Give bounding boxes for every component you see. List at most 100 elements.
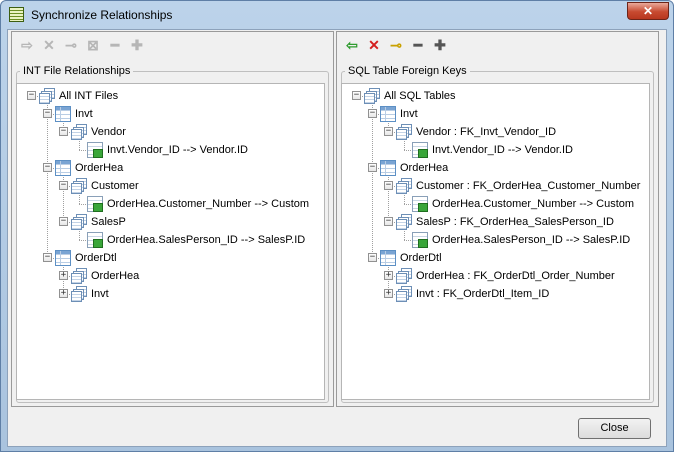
tree-node[interactable]: − OrderHea xyxy=(17,159,324,177)
tree-node-label: Invt.Vendor_ID --> Vendor.ID xyxy=(107,144,248,156)
window-title: Synchronize Relationships xyxy=(31,8,173,22)
tables-stack-icon xyxy=(71,286,87,302)
tree-node[interactable]: − OrderHea xyxy=(342,159,649,177)
key-button[interactable]: ⊸ xyxy=(387,36,405,54)
arrow-left-icon: ⇦ xyxy=(346,37,358,53)
tree-node[interactable]: − Customer xyxy=(17,177,324,195)
arrow-right-button[interactable]: ⇨ xyxy=(18,36,36,54)
table-icon xyxy=(380,106,396,122)
close-button[interactable]: Close xyxy=(578,418,651,439)
tree-node[interactable]: + OrderHea : FK_OrderDtl_Order_Number xyxy=(342,267,649,285)
tree-node-label: OrderHea xyxy=(400,162,449,174)
tree-node[interactable]: − SalesP xyxy=(17,213,324,231)
relationship-field-icon xyxy=(412,142,428,158)
tree-node[interactable]: Invt.Vendor_ID --> Vendor.ID xyxy=(342,141,649,159)
minus-button[interactable]: ━ xyxy=(106,36,124,54)
plus-icon: ✚ xyxy=(131,37,143,53)
tables-stack-icon xyxy=(71,268,87,284)
plus-icon: ✚ xyxy=(434,37,446,53)
sql-foreign-keys-pane: ⇦ ✕ ⊸ ━ ✚ SQL Table Foreign Keys − All SQL Ta… xyxy=(336,31,659,407)
tree-node-label: OrderHea xyxy=(75,162,124,174)
tree-node[interactable]: − Vendor : FK_Invt_Vendor_ID xyxy=(342,123,649,141)
collapse-icon[interactable]: − xyxy=(384,217,393,226)
tree-node[interactable]: + Invt xyxy=(17,285,324,303)
collapse-icon[interactable]: − xyxy=(368,109,377,118)
relationship-field-icon xyxy=(412,196,428,212)
collapse-icon[interactable]: − xyxy=(43,109,52,118)
expand-icon[interactable]: + xyxy=(384,289,393,298)
int-relationships-tree[interactable]: − All INT Files − Invt − Vendor Invt.Vendor_ID… xyxy=(16,83,325,400)
sql-foreign-keys-tree[interactable]: − All SQL Tables − Invt − Vendor : FK_Invt_Ve… xyxy=(341,83,650,400)
tables-stack-icon xyxy=(71,214,87,230)
tree-node-label: Customer xyxy=(91,180,139,192)
tables-stack-icon xyxy=(396,286,412,302)
collapse-icon[interactable]: − xyxy=(59,217,68,226)
tree-node[interactable]: + Invt : FK_OrderDtl_Item_ID xyxy=(342,285,649,303)
collapse-icon[interactable]: − xyxy=(368,163,377,172)
tree-node[interactable]: + OrderHea xyxy=(17,267,324,285)
tree-node-label: OrderDtl xyxy=(75,252,117,264)
tree-node[interactable]: Invt.Vendor_ID --> Vendor.ID xyxy=(17,141,324,159)
delete-x-button[interactable]: ✕ xyxy=(40,36,58,54)
expand-icon[interactable]: + xyxy=(59,289,68,298)
tree-node-label: Invt : FK_OrderDtl_Item_ID xyxy=(416,288,550,300)
table-icon xyxy=(55,106,71,122)
title-bar[interactable]: Synchronize Relationships ✕ xyxy=(1,1,673,29)
collapse-icon[interactable]: − xyxy=(43,163,52,172)
tree-node[interactable]: − Vendor xyxy=(17,123,324,141)
tree-node[interactable]: − OrderDtl xyxy=(342,249,649,267)
collapse-icon[interactable]: − xyxy=(384,181,393,190)
tree-node-label: Invt xyxy=(400,108,418,120)
tree-node-label: OrderHea.Customer_Number --> Custom xyxy=(107,198,310,210)
tree-node[interactable]: OrderHea.SalesPerson_ID --> SalesP.ID xyxy=(342,231,649,249)
plus-button[interactable]: ✚ xyxy=(128,36,146,54)
dialog-client-area: ⇨ ✕ ⊸ ⊠ ━ ✚ INT File Relationships − All INT F… xyxy=(7,29,667,447)
tree-node-label: SalesP : FK_OrderHea_SalesPerson_ID xyxy=(416,216,614,228)
tree-node-label: Invt xyxy=(75,108,93,120)
key-delete-icon: ⊠ xyxy=(87,37,99,53)
minus-button[interactable]: ━ xyxy=(409,36,427,54)
collapse-icon[interactable]: − xyxy=(27,91,36,100)
tree-node[interactable]: − SalesP : FK_OrderHea_SalesPerson_ID xyxy=(342,213,649,231)
key-button[interactable]: ⊸ xyxy=(62,36,80,54)
window-close-button[interactable]: ✕ xyxy=(627,2,669,20)
relationship-field-icon xyxy=(87,196,103,212)
tree-node-label: Vendor : FK_Invt_Vendor_ID xyxy=(416,126,557,138)
plus-button[interactable]: ✚ xyxy=(431,36,449,54)
tree-node[interactable]: − Customer : FK_OrderHea_Customer_Number xyxy=(342,177,649,195)
sql-group-label: SQL Table Foreign Keys xyxy=(345,65,470,77)
tables-stack-icon xyxy=(364,88,380,104)
key-delete-button[interactable]: ⊠ xyxy=(84,36,102,54)
collapse-icon[interactable]: − xyxy=(43,253,52,262)
delete-x-button[interactable]: ✕ xyxy=(365,36,383,54)
relationship-field-icon xyxy=(87,142,103,158)
tree-node[interactable]: OrderHea.SalesPerson_ID --> SalesP.ID xyxy=(17,231,324,249)
delete-x-icon: ✕ xyxy=(368,37,380,53)
expand-icon[interactable]: + xyxy=(59,271,68,280)
collapse-icon[interactable]: − xyxy=(352,91,361,100)
tree-node-label: OrderHea.SalesPerson_ID --> SalesP.ID xyxy=(432,234,631,246)
tree-node[interactable]: OrderHea.Customer_Number --> Custom xyxy=(342,195,649,213)
collapse-icon[interactable]: − xyxy=(384,127,393,136)
minus-icon: ━ xyxy=(413,37,423,53)
tree-node[interactable]: OrderHea.Customer_Number --> Custom xyxy=(17,195,324,213)
tables-stack-icon xyxy=(396,214,412,230)
arrow-left-button[interactable]: ⇦ xyxy=(343,36,361,54)
key-icon: ⊸ xyxy=(65,37,77,53)
table-icon xyxy=(55,250,71,266)
arrow-right-icon: ⇨ xyxy=(21,37,33,53)
tree-node[interactable]: − OrderDtl xyxy=(17,249,324,267)
int-relationships-pane: ⇨ ✕ ⊸ ⊠ ━ ✚ INT File Relationships − All INT F… xyxy=(11,31,334,407)
tree-node[interactable]: − All SQL Tables xyxy=(342,87,649,105)
collapse-icon[interactable]: − xyxy=(368,253,377,262)
collapse-icon[interactable]: − xyxy=(59,181,68,190)
tree-node-label: OrderHea xyxy=(91,270,140,282)
expand-icon[interactable]: + xyxy=(384,271,393,280)
tables-stack-icon xyxy=(396,268,412,284)
tree-node-label: Customer : FK_OrderHea_Customer_Number xyxy=(416,180,641,192)
tree-node[interactable]: − All INT Files xyxy=(17,87,324,105)
app-icon xyxy=(9,7,24,22)
collapse-icon[interactable]: − xyxy=(59,127,68,136)
tree-node[interactable]: − Invt xyxy=(17,105,324,123)
tree-node[interactable]: − Invt xyxy=(342,105,649,123)
